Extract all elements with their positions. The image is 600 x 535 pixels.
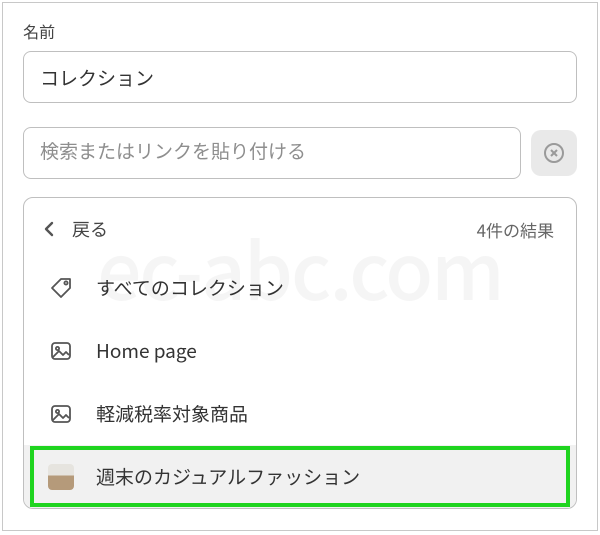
panel: ec-abc.com 名前 戻る — [2, 2, 598, 531]
search-row — [23, 127, 577, 179]
name-input[interactable] — [23, 51, 577, 103]
result-item-home-page[interactable]: Home page — [24, 319, 576, 382]
tag-icon — [48, 275, 74, 301]
name-field-label: 名前 — [23, 19, 577, 43]
result-item-label: 軽減税率対象商品 — [96, 400, 248, 427]
result-item-weekend-casual[interactable]: 週末のカジュアルファッション — [24, 445, 576, 508]
image-icon — [48, 401, 74, 427]
back-button[interactable]: 戻る — [42, 216, 108, 242]
dropdown-header: 戻る 4件の結果 — [24, 198, 576, 256]
image-icon — [48, 338, 74, 364]
results-count: 4件の結果 — [477, 217, 554, 242]
clear-search-button[interactable] — [531, 130, 577, 176]
result-item-reduced-tax[interactable]: 軽減税率対象商品 — [24, 382, 576, 445]
search-input[interactable] — [23, 127, 521, 179]
result-item-all-collections[interactable]: すべてのコレクション — [24, 256, 576, 319]
results-dropdown: 戻る 4件の結果 すべてのコレクション Home page — [23, 197, 577, 509]
result-item-label: Home page — [96, 337, 197, 364]
result-item-label: すべてのコレクション — [96, 274, 284, 301]
result-thumbnail — [48, 464, 74, 490]
back-label: 戻る — [72, 216, 108, 242]
result-item-label: 週末のカジュアルファッション — [96, 463, 360, 490]
close-circle-icon — [542, 141, 566, 165]
chevron-left-icon — [42, 220, 56, 238]
